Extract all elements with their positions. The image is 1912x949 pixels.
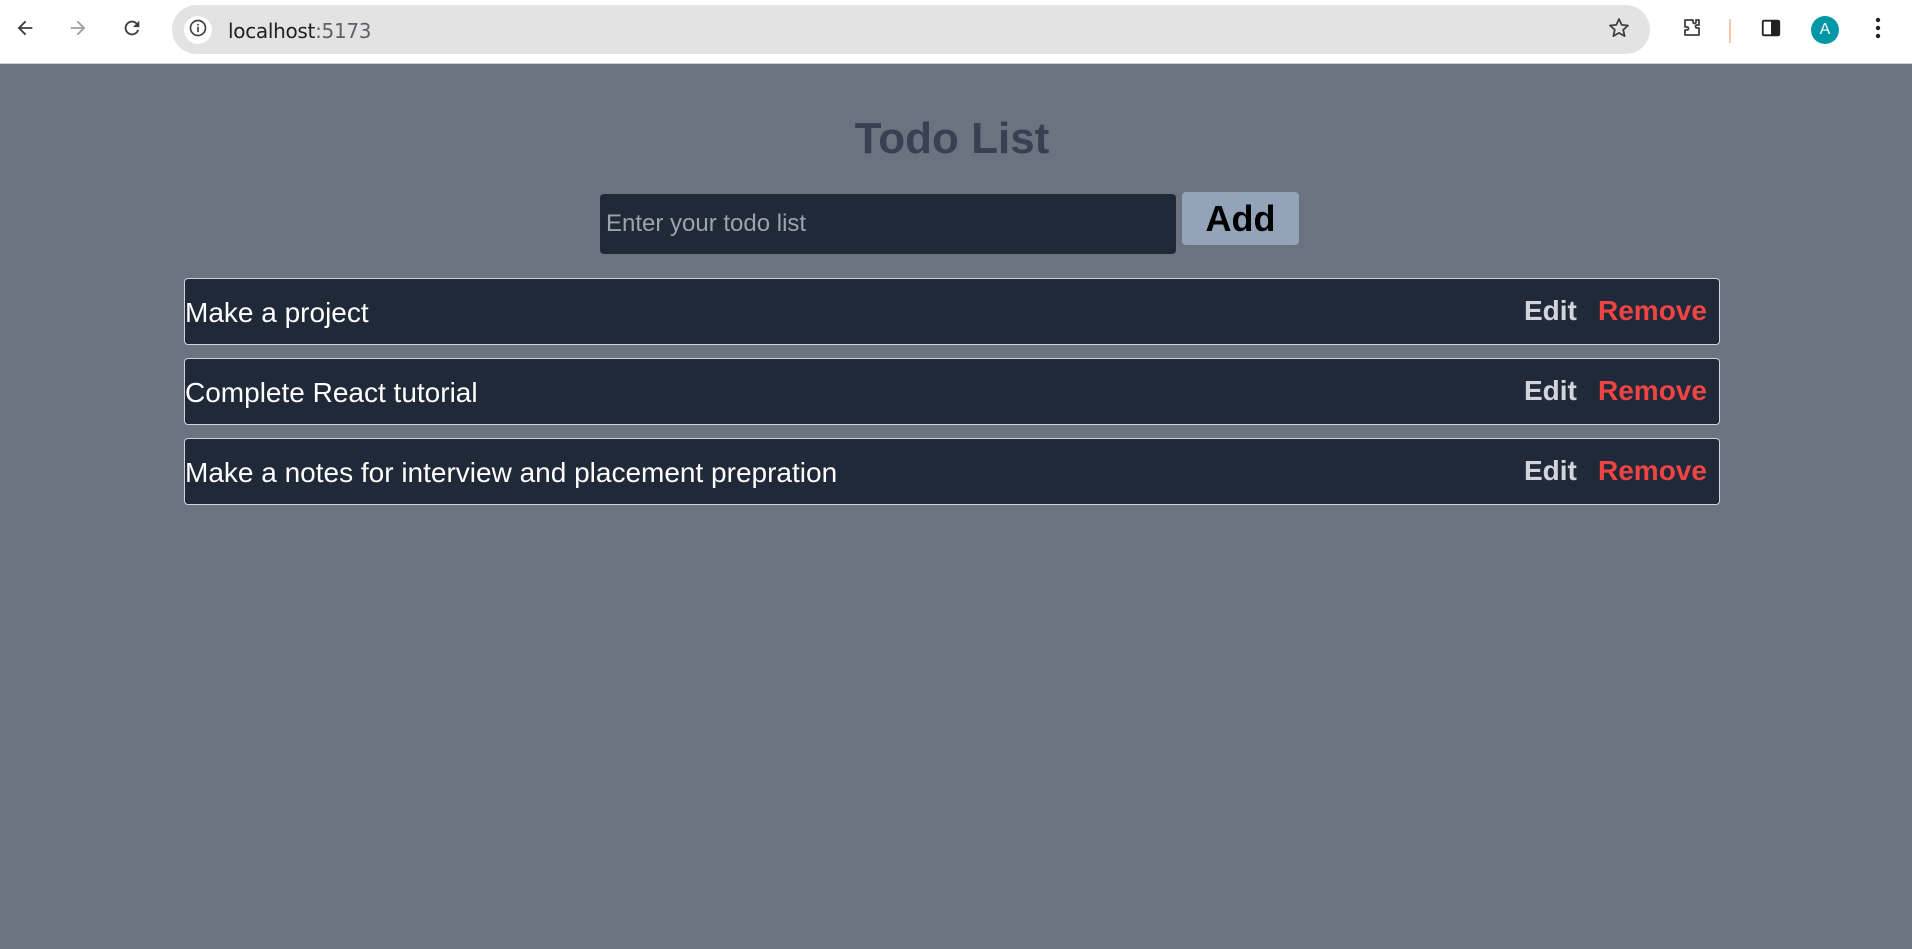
url-text[interactable]: localhost:5173 bbox=[228, 19, 372, 43]
todo-item: Complete React tutorial Edit Remove bbox=[184, 358, 1720, 425]
edit-button[interactable]: Edit bbox=[1524, 375, 1577, 407]
extensions-button[interactable] bbox=[1676, 14, 1708, 46]
todo-item: Make a project Edit Remove bbox=[184, 278, 1720, 345]
site-info-button[interactable] bbox=[184, 16, 212, 44]
url-host: localhost bbox=[228, 19, 316, 43]
star-icon bbox=[1607, 16, 1631, 45]
forward-button[interactable] bbox=[62, 14, 94, 46]
todo-text: Make a notes for interview and placement… bbox=[185, 457, 838, 488]
todo-text: Complete React tutorial bbox=[185, 377, 478, 408]
reload-icon bbox=[121, 17, 143, 44]
arrow-left-icon bbox=[14, 17, 36, 44]
remove-button[interactable]: Remove bbox=[1598, 295, 1707, 327]
side-panel-button[interactable] bbox=[1755, 14, 1787, 46]
browser-menu-button[interactable] bbox=[1866, 14, 1890, 46]
todo-list: Make a project Edit Remove Complete Reac… bbox=[184, 278, 1720, 518]
kebab-menu-icon bbox=[1875, 17, 1881, 44]
todo-item: Make a notes for interview and placement… bbox=[184, 438, 1720, 505]
remove-button[interactable]: Remove bbox=[1598, 375, 1707, 407]
back-button[interactable] bbox=[9, 14, 41, 46]
arrow-right-icon bbox=[67, 17, 89, 44]
info-icon bbox=[188, 18, 208, 43]
edit-button[interactable]: Edit bbox=[1524, 455, 1577, 487]
url-port: :5173 bbox=[315, 19, 372, 43]
browser-toolbar: localhost:5173 A bbox=[0, 0, 1912, 64]
bookmark-button[interactable] bbox=[1606, 17, 1632, 43]
address-bar[interactable]: localhost:5173 bbox=[172, 5, 1650, 54]
profile-avatar[interactable]: A bbox=[1811, 16, 1839, 44]
reload-button[interactable] bbox=[116, 14, 148, 46]
edit-button[interactable]: Edit bbox=[1524, 295, 1577, 327]
remove-button[interactable]: Remove bbox=[1598, 455, 1707, 487]
puzzle-icon bbox=[1680, 16, 1704, 45]
side-panel-icon bbox=[1760, 17, 1782, 44]
add-button[interactable]: Add bbox=[1182, 192, 1299, 245]
profile-initial: A bbox=[1819, 21, 1831, 38]
todo-input[interactable] bbox=[600, 194, 1176, 254]
page-title: Todo List bbox=[854, 114, 1050, 163]
toolbar-divider bbox=[1729, 19, 1731, 43]
todo-text: Make a project bbox=[185, 297, 369, 328]
